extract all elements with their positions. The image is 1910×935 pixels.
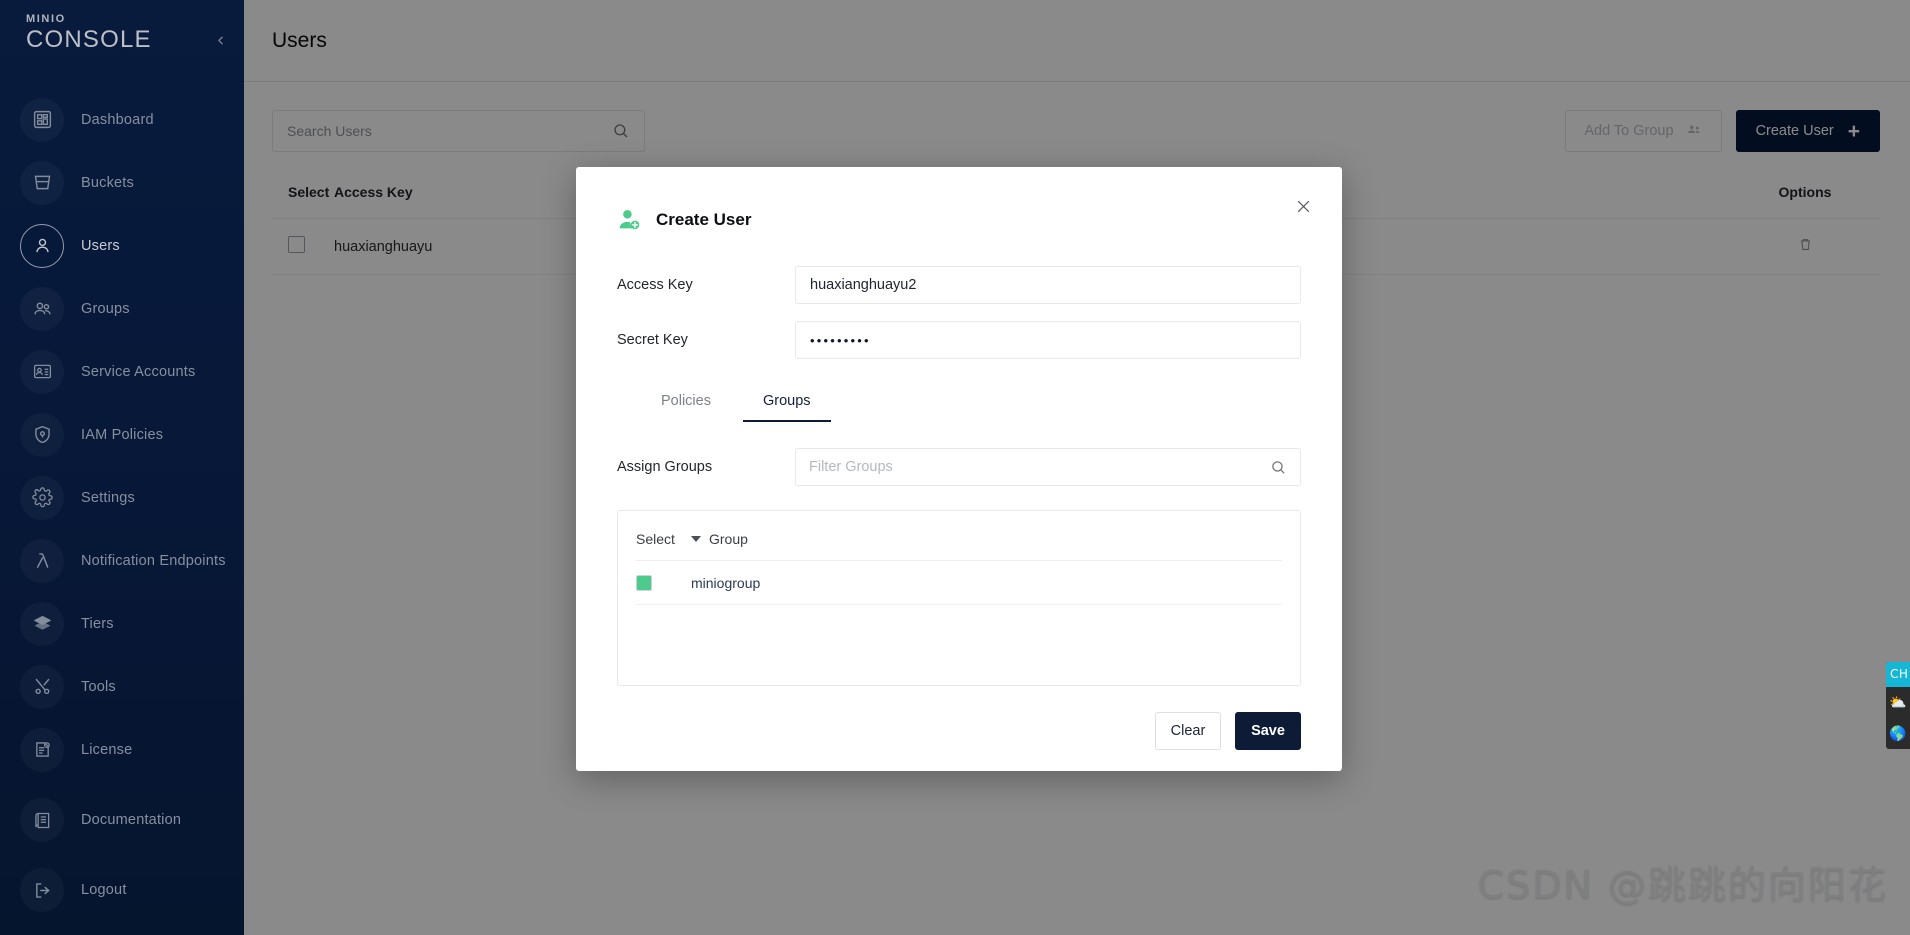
groups-table-head: Select Group (636, 511, 1282, 561)
sidebar-label-license: License (81, 741, 133, 758)
secret-key-row: Secret Key (617, 321, 1301, 359)
sidebar-label-settings: Settings (81, 489, 135, 506)
sidebar-collapse-button[interactable] (200, 20, 240, 60)
table-row[interactable]: miniogroup (636, 560, 1282, 606)
sidebar: MINIO CONSOLE Dashboard Buckets Users Gr… (0, 0, 244, 935)
sidebar-item-dashboard[interactable]: Dashboard (0, 88, 244, 151)
access-key-label: Access Key (617, 277, 693, 293)
sidebar-header: MINIO CONSOLE (0, 0, 244, 72)
logo-console-text: CONSOLE (26, 26, 152, 53)
license-doc-icon (20, 727, 64, 772)
app-root: MINIO CONSOLE Dashboard Buckets Users Gr… (0, 0, 1910, 935)
secret-key-field[interactable] (795, 321, 1301, 359)
modal-footer-actions: Clear Save (617, 712, 1301, 750)
tab-policies[interactable]: Policies (635, 383, 737, 422)
group-name-cell: miniogroup (691, 560, 1282, 606)
sidebar-item-buckets[interactable]: Buckets (0, 151, 244, 214)
filter-groups-input[interactable] (809, 459, 1270, 475)
user-icon (20, 223, 64, 268)
secret-key-label: Secret Key (617, 332, 688, 348)
weather-icon[interactable]: ⛅ (1886, 687, 1910, 718)
modal-tabs: Policies Groups (635, 383, 1301, 422)
access-key-field[interactable] (795, 266, 1301, 304)
sidebar-label-documentation: Documentation (81, 812, 182, 828)
sidebar-label-iam-policies: IAM Policies (81, 426, 164, 443)
sidebar-item-users[interactable]: Users (0, 214, 244, 277)
minio-console-logo: MINIO CONSOLE (26, 14, 152, 52)
sidebar-label-tools: Tools (81, 678, 116, 695)
gear-icon (20, 475, 64, 520)
groups-column-header-select: Select (636, 511, 691, 561)
filter-groups-box[interactable] (795, 448, 1301, 486)
group-checkbox-checked[interactable] (636, 575, 652, 592)
save-button[interactable]: Save (1235, 712, 1301, 750)
sidebar-item-tiers[interactable]: Tiers (0, 592, 244, 655)
sidebar-label-buckets: Buckets (81, 174, 134, 191)
groups-table: Select Group miniogroup (636, 511, 1282, 606)
logout-icon (20, 868, 64, 912)
groups-selection-panel: Select Group miniogroup (617, 510, 1301, 686)
groups-header-row: Select Group (636, 511, 1282, 561)
lambda-icon (20, 538, 64, 583)
create-user-modal: Create User Access Key Secret Key Polici… (576, 167, 1342, 771)
assign-groups-label: Assign Groups (617, 459, 713, 475)
chevron-left-icon (217, 36, 223, 44)
groups-table-body: miniogroup (636, 560, 1282, 606)
sidebar-label-tiers: Tiers (81, 615, 114, 632)
sidebar-label-dashboard: Dashboard (81, 111, 154, 128)
sidebar-item-tools[interactable]: Tools (0, 655, 244, 718)
shield-icon (20, 412, 64, 457)
sidebar-item-documentation[interactable]: Documentation (0, 785, 244, 855)
user-add-icon (617, 207, 642, 232)
book-icon (20, 798, 64, 842)
sidebar-item-iam-policies[interactable]: IAM Policies (0, 403, 244, 466)
sidebar-label-service-accounts: Service Accounts (81, 363, 196, 380)
group-select-cell[interactable] (636, 560, 691, 606)
sidebar-item-notification-endpoints[interactable]: Notification Endpoints (0, 529, 244, 592)
sidebar-bottom-menu: Documentation Logout (0, 785, 244, 935)
sidebar-item-groups[interactable]: Groups (0, 277, 244, 340)
sidebar-item-license[interactable]: License (0, 718, 244, 781)
modal-close-button[interactable] (1286, 189, 1320, 223)
globe-icon[interactable]: 🌎 (1886, 718, 1910, 749)
access-key-row: Access Key (617, 266, 1301, 304)
sidebar-label-notification-endpoints: Notification Endpoints (81, 552, 226, 569)
sidebar-item-service-accounts[interactable]: Service Accounts (0, 340, 244, 403)
layers-icon (20, 601, 64, 646)
groups-column-group-label: Group (709, 531, 748, 547)
edge-widget-tab-label[interactable]: CH (1886, 662, 1910, 687)
groups-icon (20, 286, 64, 331)
id-card-icon (20, 349, 64, 394)
clear-button[interactable]: Clear (1155, 712, 1221, 750)
browser-edge-widget[interactable]: CH ⛅ 🌎 (1886, 662, 1910, 749)
sidebar-item-logout[interactable]: Logout (0, 855, 244, 925)
logo-minio-text: MINIO (26, 13, 66, 25)
groups-column-header-group[interactable]: Group (691, 511, 1282, 561)
sidebar-label-logout: Logout (81, 882, 127, 898)
modal-title: Create User (656, 209, 752, 229)
search-icon (1270, 459, 1287, 476)
caret-down-icon (691, 536, 701, 542)
bucket-icon (20, 160, 64, 205)
tab-groups[interactable]: Groups (737, 383, 837, 422)
sidebar-menu: Dashboard Buckets Users Groups Service A… (0, 88, 244, 785)
sidebar-label-groups: Groups (81, 300, 130, 317)
tools-icon (20, 664, 64, 709)
close-icon (1297, 200, 1309, 212)
sidebar-item-settings[interactable]: Settings (0, 466, 244, 529)
dashboard-icon (20, 97, 64, 142)
assign-groups-row: Assign Groups (617, 448, 1301, 486)
modal-header: Create User (617, 167, 1301, 266)
sidebar-label-users: Users (81, 237, 120, 254)
